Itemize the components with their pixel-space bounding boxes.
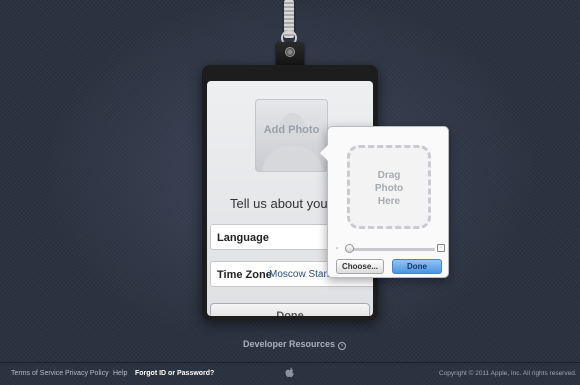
help-link[interactable]: Help xyxy=(113,370,127,377)
forgot-id-link[interactable]: Forgot ID or Password? xyxy=(135,370,214,377)
zoom-slider-track[interactable] xyxy=(345,248,435,251)
drop-line-1: Drag xyxy=(377,170,401,181)
copyright-text: Copyright © 2011 Apple, Inc. All rights … xyxy=(439,370,577,377)
footer-divider xyxy=(0,362,580,363)
language-label: Language xyxy=(217,232,269,244)
drop-zone-text: Drag Photo Here xyxy=(350,169,428,208)
add-photo-label: Add Photo xyxy=(263,124,320,136)
zoom-out-icon: ▫ xyxy=(336,246,339,252)
zoom-slider-thumb[interactable] xyxy=(345,244,354,253)
zoom-slider[interactable]: ▫ · xyxy=(336,244,445,254)
zoom-in-icon: · xyxy=(437,244,445,252)
privacy-policy-link[interactable]: Privacy Policy xyxy=(65,370,109,377)
photo-drop-zone[interactable]: Drag Photo Here xyxy=(347,145,431,229)
developer-resources-link[interactable]: Developer Resources › xyxy=(243,339,347,350)
time-zone-label: Time Zone xyxy=(217,269,272,281)
choose-button[interactable]: Choose... xyxy=(336,259,384,274)
time-zone-value: Moscow Stand xyxy=(269,269,335,280)
clip-hole xyxy=(285,47,295,57)
popover-arrow xyxy=(320,145,328,161)
lanyard-icon xyxy=(276,0,304,46)
photo-popover: Drag Photo Here ▫ · Choose... Done xyxy=(320,126,449,278)
terms-of-service-link[interactable]: Terms of Service xyxy=(11,370,63,377)
person-silhouette-icon xyxy=(262,113,323,171)
drop-line-3: Here xyxy=(377,196,401,207)
add-photo-button[interactable]: Add Photo xyxy=(255,99,328,172)
apple-logo-icon xyxy=(285,367,294,377)
arrow-circle-icon: › xyxy=(338,342,347,350)
done-button[interactable]: Done xyxy=(210,303,370,316)
developer-resources-label: Developer Resources xyxy=(243,339,336,349)
drop-line-2: Photo xyxy=(374,183,404,194)
popover-done-button[interactable]: Done xyxy=(392,259,442,274)
